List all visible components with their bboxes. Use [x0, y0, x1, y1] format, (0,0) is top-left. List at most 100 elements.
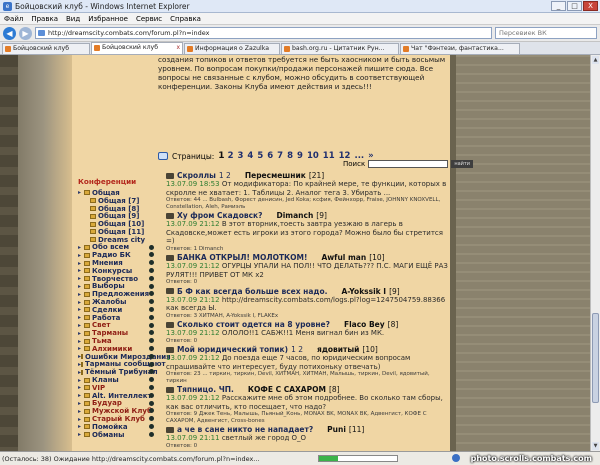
close-button[interactable]: X: [583, 1, 598, 11]
topic-header: Мой юридический топик) 1 2 ядовитый [10]: [166, 345, 451, 354]
page-viewport: создания топиков и ответов требуется не …: [0, 55, 590, 451]
menu-tools[interactable]: Сервис: [136, 15, 162, 23]
internet-zone-icon: [452, 454, 460, 462]
maximize-button[interactable]: □: [567, 1, 582, 11]
sidebar-item[interactable]: ▸ Обманы: [78, 431, 156, 439]
minimize-button[interactable]: _: [551, 1, 566, 11]
page-link[interactable]: 11: [323, 151, 335, 161]
sidebar-item[interactable]: ▸ Ошибки Мироздания: [78, 353, 171, 361]
sidebar-item[interactable]: Dreams city: [78, 236, 156, 244]
sidebar-item[interactable]: ▸ Обо всем: [78, 243, 156, 251]
browser-tab[interactable]: Чат "Фэнтези, фантастика...: [400, 43, 520, 54]
web-search-input[interactable]: Персевиек ВК: [495, 27, 597, 39]
window-controls: _ □ X: [551, 1, 598, 11]
sidebar-item[interactable]: ▸ Alt. Интеллект: [78, 392, 156, 400]
tab-close-icon[interactable]: x: [176, 43, 180, 53]
sidebar-item[interactable]: ▸ VIP: [78, 384, 156, 392]
topic-icon: [166, 346, 174, 353]
sidebar-item[interactable]: ▸ Кланы: [78, 376, 156, 384]
page-link[interactable]: 10: [307, 151, 319, 161]
topic-date: 13.07.09 21:11: [166, 434, 220, 442]
browser-tab[interactable]: Бойцовский клуб: [2, 43, 90, 54]
page-link[interactable]: 3: [237, 151, 243, 161]
sidebar-item[interactable]: ▸ Конкурсы: [78, 267, 156, 275]
sidebar-item-label: Старый Клуб: [92, 415, 145, 424]
menu-help[interactable]: Справка: [170, 15, 201, 23]
forum-search-input[interactable]: [368, 160, 449, 168]
topic-author[interactable]: ядовитый: [317, 345, 359, 354]
topic-author[interactable]: Puni: [327, 425, 346, 434]
sidebar-item[interactable]: ▸ Старый Клуб: [78, 415, 156, 423]
sidebar-item[interactable]: ▸ Тарманы: [78, 329, 156, 337]
vertical-scrollbar[interactable]: ▲ ▼: [590, 55, 600, 451]
forward-button[interactable]: ▶: [19, 26, 32, 40]
topic-author[interactable]: Пересмешник: [245, 171, 306, 180]
tab-label: Чат "Фэнтези, фантастика...: [411, 45, 504, 52]
page-link[interactable]: 4: [247, 151, 253, 161]
status-dot-icon: [149, 267, 154, 273]
sidebar-item[interactable]: Общая [8]: [78, 205, 156, 213]
sidebar-item[interactable]: ▸ Творчество: [78, 275, 156, 283]
menu-edit[interactable]: Правка: [31, 15, 58, 23]
topic-title[interactable]: а че в сане никто не нападает?: [177, 425, 313, 434]
scrollbar-thumb[interactable]: [592, 313, 599, 403]
topic-title[interactable]: Ху фром Скадовск?: [177, 211, 263, 220]
sidebar-item[interactable]: ▸ Мужской Клуб: [78, 407, 156, 415]
page-link[interactable]: 2: [228, 151, 234, 161]
topic-page-links[interactable]: 1 2: [291, 345, 303, 354]
sidebar-item-label: Тарманы: [92, 329, 129, 338]
topic-author[interactable]: A-Yokssik I: [341, 287, 386, 296]
topic-title[interactable]: Мой юридический топик): [177, 345, 288, 354]
topic-replies: Ответов: 23 ... тиркин, тиркин, Devil, Х…: [166, 371, 430, 384]
topic-title[interactable]: БАНКА ОТКРЫЛ! МОЛОТКОМ!: [177, 253, 307, 262]
search-button[interactable]: найти: [451, 160, 474, 168]
sidebar-item[interactable]: Общая [11]: [78, 228, 156, 236]
page-link[interactable]: 7: [277, 151, 283, 161]
sidebar-item[interactable]: ▸ Радио БК: [78, 251, 156, 259]
browser-tab-active[interactable]: Бойцовский клуб x: [91, 42, 183, 54]
page-link[interactable]: 9: [297, 151, 303, 161]
topic-author[interactable]: Dimanch: [277, 211, 314, 220]
topic-title[interactable]: Б Ф как всегда больше всех надо.: [177, 287, 327, 296]
topic-title[interactable]: Тяпницо. ЧП.: [177, 385, 234, 394]
scroll-down-arrow-icon[interactable]: ▼: [592, 442, 599, 450]
scroll-up-arrow-icon[interactable]: ▲: [592, 56, 599, 64]
topic-replies: Ответов: 44 ... Bulbash, Форест денисин,…: [166, 197, 441, 210]
back-button[interactable]: ◀: [3, 26, 16, 40]
browser-tab[interactable]: bash.org.ru - Цитатник Рун...: [281, 43, 399, 54]
status-dot-icon: [149, 291, 154, 297]
topic-title[interactable]: Сколько стоит одется на 8 уровне?: [177, 320, 330, 329]
page-link[interactable]: 6: [267, 151, 273, 161]
sidebar-item[interactable]: ▸ Предложения: [78, 290, 156, 298]
sidebar-item[interactable]: ▸ Тьма: [78, 337, 156, 345]
topic-author[interactable]: Awful man: [321, 253, 366, 262]
topic-author[interactable]: Flaco Bey: [344, 320, 385, 329]
sidebar-item[interactable]: ▸ Выборы: [78, 282, 156, 290]
menu-favorites[interactable]: Избранное: [88, 15, 128, 23]
browser-tab[interactable]: Информация о Zazulka: [184, 43, 280, 54]
sidebar-item[interactable]: Общая [9]: [78, 212, 156, 220]
sidebar-item[interactable]: ▸ Алхимики: [78, 345, 156, 353]
page-link[interactable]: 8: [287, 151, 293, 161]
sidebar-item[interactable]: ▸ Общая: [78, 189, 156, 197]
sidebar-item[interactable]: ▸ Свет: [78, 321, 156, 329]
menu-view[interactable]: Вид: [66, 15, 80, 23]
sidebar-item[interactable]: Общая [10]: [78, 220, 156, 228]
sidebar-item[interactable]: Общая [7]: [78, 197, 156, 205]
topic-date: 13.07.09 21:12: [166, 295, 220, 304]
sidebar-item[interactable]: ▸ Работа: [78, 314, 156, 322]
sidebar-item[interactable]: ▸ Тёмный Трибунал: [78, 368, 158, 376]
sidebar-item[interactable]: ▸ Жалобы: [78, 298, 156, 306]
sidebar-item[interactable]: ▸ Мнения: [78, 259, 156, 267]
topic-page-links[interactable]: 1 2: [219, 171, 231, 180]
topic-author[interactable]: КОФЕ С САХАРОМ: [248, 385, 326, 394]
sidebar-item[interactable]: ▸ Тарманы сообщают: [78, 360, 166, 368]
author-level: [9]: [316, 211, 327, 220]
address-input[interactable]: http://dreamscity.combats.com/forum.pl?n…: [35, 27, 492, 39]
sidebar-item[interactable]: ▸ Будуар: [78, 399, 156, 407]
sidebar-item[interactable]: ▸ Помойка: [78, 423, 156, 431]
topic-title[interactable]: Скроллы: [177, 171, 216, 180]
page-link[interactable]: 5: [257, 151, 263, 161]
menu-file[interactable]: Файл: [4, 15, 23, 23]
sidebar-item[interactable]: ▸ Сделки: [78, 306, 156, 314]
